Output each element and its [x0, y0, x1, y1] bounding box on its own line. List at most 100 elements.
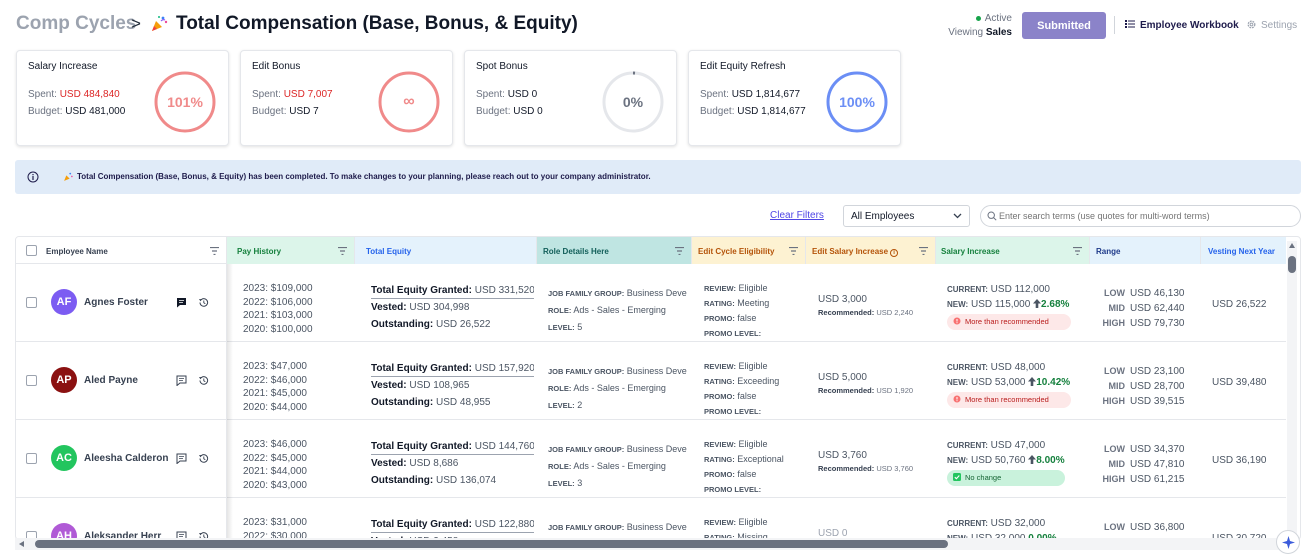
- select-all-checkbox[interactable]: [26, 245, 37, 256]
- edit-salary-value[interactable]: USD 5,000: [818, 371, 938, 384]
- total-equity-granted[interactable]: Total Equity Granted: USD 144,760: [371, 440, 534, 455]
- table-row[interactable]: AC Aleesha Calderon 2023: $46,000 2022: …: [16, 420, 1286, 498]
- submitted-button[interactable]: Submitted: [1022, 12, 1106, 39]
- edit-salary-value[interactable]: USD 3,760: [818, 449, 938, 462]
- recommended-amount: Recommended: USD 1,920: [818, 386, 914, 395]
- role-value: Ads - Sales - Emerging: [573, 305, 666, 315]
- eligibility-cell[interactable]: REVIEW: Eligible RATING: Exceeding PROMO…: [704, 342, 814, 420]
- job-family-group: Business Deve: [626, 522, 687, 532]
- vertical-scroll-thumb[interactable]: [1288, 256, 1296, 273]
- search-box[interactable]: [980, 205, 1301, 227]
- spent-value: USD 7,007: [283, 89, 333, 100]
- total-equity-cell[interactable]: Total Equity Granted: USD 144,760 Vested…: [371, 420, 534, 498]
- salary-increase-cell: CURRENT: USD 48,000 NEW: USD 53,000 10.4…: [947, 342, 1094, 420]
- comment-icon[interactable]: [176, 453, 187, 464]
- edit-salary-value[interactable]: USD 3,000: [818, 293, 938, 306]
- employee-workbook-link[interactable]: Employee Workbook: [1125, 19, 1239, 31]
- column-header-vesting-next-year[interactable]: Vesting Next Year: [1201, 237, 1286, 264]
- settings-link[interactable]: Settings: [1246, 19, 1297, 31]
- total-equity-cell[interactable]: Total Equity Granted: USD 157,920 Vested…: [371, 342, 534, 420]
- pay-history-cell: 2023: $46,000 2022: $45,000 2021: $44,00…: [243, 420, 360, 498]
- edit-salary-cell[interactable]: USD 3,760 Recommended: USD 3,760: [818, 420, 938, 498]
- employee-cell: AC Aleesha Calderon: [16, 420, 227, 498]
- scroll-left-arrow-icon[interactable]: [19, 541, 24, 547]
- comment-icon[interactable]: [176, 297, 187, 308]
- card-budget: Budget: USD 481,000: [28, 106, 126, 117]
- filter-icon[interactable]: [675, 247, 684, 255]
- settings-label: Settings: [1261, 20, 1298, 31]
- filter-icon[interactable]: [210, 247, 219, 255]
- card-spot-bonus[interactable]: Spot Bonus Spent: USD 0 Budget: USD 0 0%: [464, 50, 677, 146]
- equity-outstanding: Outstanding: USD 136,074: [371, 475, 497, 486]
- edit-salary-cell[interactable]: USD 5,000 Recommended: USD 1,920: [818, 342, 938, 420]
- current-salary: USD 112,000: [990, 284, 1050, 295]
- vesting-next-year-cell: USD 30,720: [1212, 533, 1267, 540]
- eligibility-cell[interactable]: REVIEW: Eligible RATING: Missing PROMO: …: [704, 498, 814, 539]
- total-equity-cell[interactable]: Total Equity Granted: USD 331,520 Vested…: [371, 264, 534, 342]
- history-icon[interactable]: [198, 453, 209, 464]
- total-equity-granted[interactable]: Total Equity Granted: USD 122,880: [371, 518, 534, 533]
- row-checkbox[interactable]: [26, 453, 37, 464]
- history-icon[interactable]: [198, 375, 209, 386]
- card-edit-bonus[interactable]: Edit Bonus Spent: USD 7,007 Budget: USD …: [240, 50, 453, 146]
- recommendation-badge: No change: [947, 470, 1065, 486]
- column-header-salary-increase[interactable]: Salary Increase: [936, 237, 1090, 264]
- column-header-employee[interactable]: Employee Name: [16, 237, 227, 264]
- column-header-edit-salary-increase[interactable]: Edit Salary Increase i: [806, 237, 936, 264]
- ring-percent: 0%: [622, 94, 644, 110]
- clear-filters-link[interactable]: Clear Filters: [770, 210, 824, 221]
- card-title: Spot Bonus: [476, 61, 528, 72]
- info-icon[interactable]: i: [890, 249, 899, 257]
- employee-name[interactable]: Agnes Foster: [84, 297, 148, 308]
- edit-salary-cell[interactable]: USD 3,000 Recommended: USD 2,240: [818, 264, 938, 342]
- active-status-dot: [975, 15, 981, 21]
- recommended-amount: Recommended: USD 2,240: [818, 308, 914, 317]
- card-edit-equity-refresh[interactable]: Edit Equity Refresh Spent: USD 1,814,677…: [688, 50, 901, 146]
- scroll-up-arrow-icon[interactable]: [1289, 243, 1295, 248]
- employee-name[interactable]: Aleesha Calderon: [84, 453, 168, 464]
- column-header-edit-cycle-eligibility[interactable]: Edit Cycle Eligibility: [692, 237, 806, 264]
- total-equity-granted[interactable]: Total Equity Granted: USD 157,920: [371, 362, 534, 377]
- spent-value: USD 0: [507, 89, 538, 100]
- eligibility-cell[interactable]: REVIEW: Eligible RATING: Exceptional PRO…: [704, 420, 814, 498]
- filter-icon[interactable]: [919, 247, 928, 255]
- pay-history-entry: 2021: $103,000: [243, 310, 313, 321]
- table-row[interactable]: AF Agnes Foster 2023: $109,000 2022: $10…: [16, 264, 1286, 342]
- filter-icon[interactable]: [789, 247, 798, 255]
- card-budget: Budget: USD 0: [476, 106, 543, 117]
- horizontal-scrollbar[interactable]: [15, 538, 1287, 550]
- card-salary-increase[interactable]: Salary Increase Spent: USD 484,840 Budge…: [16, 50, 229, 146]
- history-icon[interactable]: [198, 297, 209, 308]
- edit-salary-cell[interactable]: USD 0: [818, 498, 938, 539]
- avatar[interactable]: AC: [51, 445, 77, 471]
- row-checkbox[interactable]: [26, 297, 37, 308]
- pay-history-entry: 2023: $46,000: [243, 439, 307, 450]
- equity-vested: Vested: USD 108,965: [371, 380, 470, 391]
- column-header-role-details[interactable]: Role Details Here: [537, 237, 692, 264]
- role-details-cell: JOB FAMILY GROUP: Business Deve ROLE: Ad…: [548, 288, 687, 332]
- column-header-pay-history[interactable]: Pay History: [227, 237, 355, 264]
- warning-icon: [953, 317, 961, 325]
- total-equity-cell[interactable]: Total Equity Granted: USD 122,880 Vested…: [371, 498, 534, 539]
- column-header-total-equity[interactable]: Total Equity: [355, 237, 537, 264]
- table-row[interactable]: AH Aleksander Herr 2023: $31,000 2022: $…: [16, 498, 1286, 540]
- employee-name[interactable]: Aled Payne: [84, 375, 138, 386]
- card-title: Edit Equity Refresh: [700, 61, 786, 72]
- horizontal-scroll-thumb[interactable]: [35, 540, 948, 548]
- total-equity-granted[interactable]: Total Equity Granted: USD 331,520: [371, 284, 534, 299]
- ai-assistant-button[interactable]: [1276, 530, 1300, 554]
- employee-filter-select[interactable]: All Employees: [843, 205, 970, 227]
- column-label: Edit Cycle Eligibility: [698, 247, 775, 256]
- eligibility-cell[interactable]: REVIEW: Eligible RATING: Meeting PROMO: …: [704, 264, 814, 342]
- vertical-scrollbar[interactable]: [1287, 241, 1297, 538]
- filter-icon[interactable]: [1073, 247, 1082, 255]
- table-row[interactable]: AP Aled Payne 2023: $47,000 2022: $46,00…: [16, 342, 1286, 420]
- avatar[interactable]: AF: [51, 289, 77, 315]
- row-checkbox[interactable]: [26, 375, 37, 386]
- filter-icon[interactable]: [338, 247, 347, 255]
- search-input[interactable]: [999, 208, 1294, 224]
- comment-icon[interactable]: [176, 375, 187, 386]
- avatar[interactable]: AP: [51, 367, 77, 393]
- breadcrumb-comp-cycles[interactable]: Comp Cycles: [16, 13, 136, 35]
- column-header-range[interactable]: Range: [1090, 237, 1201, 264]
